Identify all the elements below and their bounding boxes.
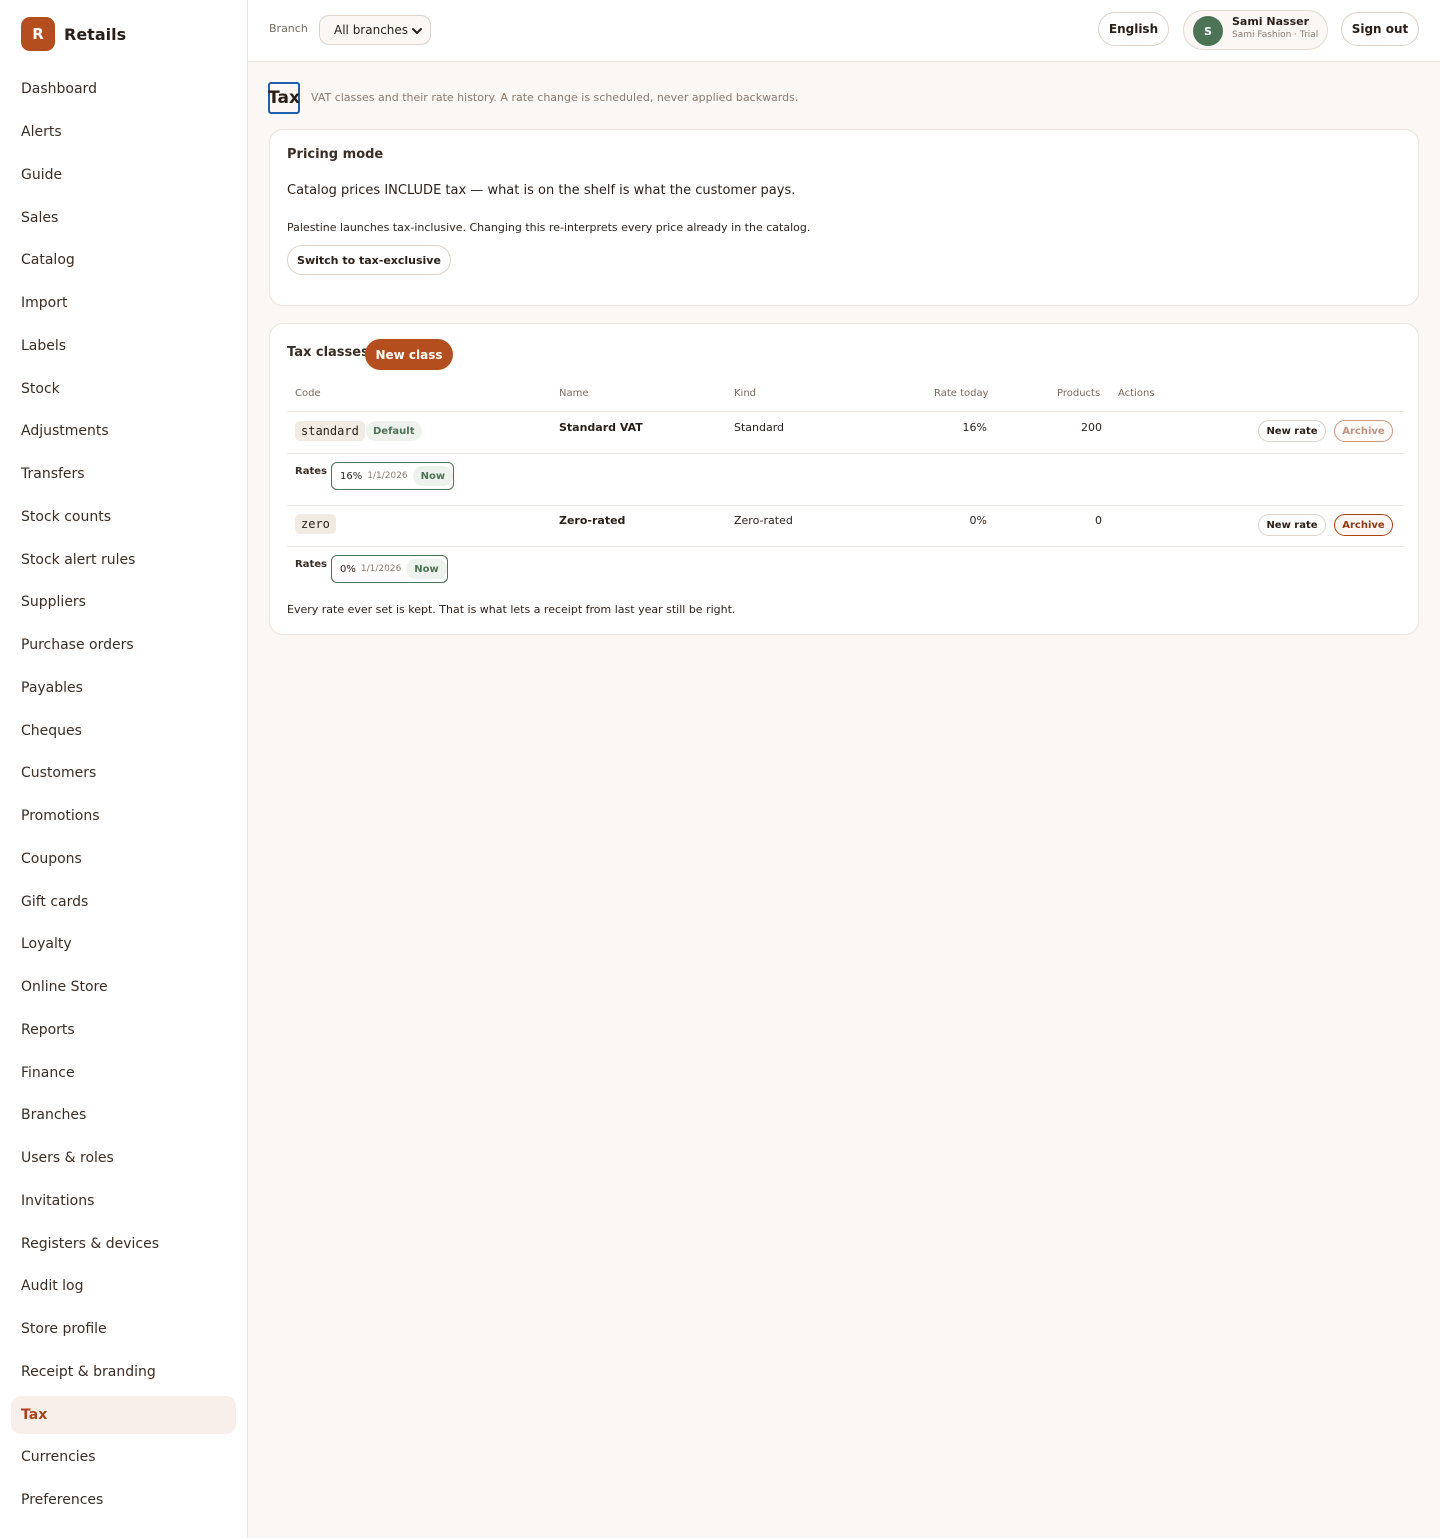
new-class-button[interactable]: New class	[365, 339, 453, 370]
sidebar-item-branches[interactable]: Branches	[11, 1096, 236, 1134]
tax-classes-title: Tax classes	[287, 345, 369, 360]
sign-out-button[interactable]: Sign out	[1341, 12, 1419, 46]
sidebar-item-promotions[interactable]: Promotions	[11, 797, 236, 835]
sidebar-item-catalog[interactable]: Catalog	[11, 241, 236, 279]
page-subtitle: VAT classes and their rate history. A ra…	[311, 91, 799, 104]
brand-logo-icon: R	[21, 17, 55, 51]
sidebar-item-registers-devices[interactable]: Registers & devices	[11, 1225, 236, 1263]
column-header-products: Products	[1057, 388, 1101, 399]
sidebar-item-currencies[interactable]: Currencies	[11, 1438, 236, 1476]
new-rate-button[interactable]: New rate	[1258, 420, 1326, 442]
tax-class-name: Standard VAT	[559, 421, 643, 434]
pricing-mode-card: Pricing mode Catalog prices INCLUDE tax …	[269, 129, 1419, 306]
tax-class-kind: Zero-rated	[734, 514, 793, 527]
sidebar-item-purchase-orders[interactable]: Purchase orders	[11, 626, 236, 664]
sidebar-item-users-roles[interactable]: Users & roles	[11, 1139, 236, 1177]
default-badge: Default	[366, 421, 422, 441]
pricing-mode-text: Catalog prices INCLUDE tax — what is on …	[287, 183, 796, 198]
rate-date: 1/1/2026	[367, 471, 408, 481]
sidebar-item-sales[interactable]: Sales	[11, 199, 236, 237]
sidebar-item-payables[interactable]: Payables	[11, 669, 236, 707]
sidebar-item-customers[interactable]: Customers	[11, 754, 236, 792]
sidebar-item-receipt-branding[interactable]: Receipt & branding	[11, 1353, 236, 1391]
column-header-code: Code	[295, 388, 321, 399]
sidebar-item-gift-cards[interactable]: Gift cards	[11, 883, 236, 921]
rate-history-chip: 0% 1/1/2026 Now	[331, 555, 448, 583]
row-divider	[287, 546, 1403, 547]
sidebar-item-audit-log[interactable]: Audit log	[11, 1267, 236, 1305]
rate-value: 16%	[340, 470, 363, 482]
rate-history-chip: 16% 1/1/2026 Now	[331, 462, 455, 490]
tax-class-kind: Standard	[734, 421, 785, 434]
row-divider	[287, 453, 1403, 454]
column-header-actions: Actions	[1118, 388, 1155, 399]
column-header-name: Name	[559, 388, 589, 399]
tax-classes-card: Tax classes New class Code Name Kind Rat…	[269, 323, 1419, 635]
rate-status-badge: Now	[412, 466, 454, 486]
row-divider	[287, 505, 1403, 506]
tax-class-code: standard	[295, 421, 365, 441]
tax-classes-footnote: Every rate ever set is kept. That is wha…	[287, 603, 736, 616]
sidebar-item-preferences[interactable]: Preferences	[11, 1481, 236, 1519]
sidebar-item-alerts[interactable]: Alerts	[11, 113, 236, 151]
tax-class-products: 0	[1095, 514, 1102, 527]
rate-date: 1/1/2026	[360, 564, 402, 574]
user-menu[interactable]: S Sami Nasser Sami Fashion · Trial	[1183, 10, 1328, 50]
switch-tax-exclusive-button[interactable]: Switch to tax-exclusive	[287, 245, 451, 275]
new-rate-button[interactable]: New rate	[1258, 514, 1326, 536]
column-header-kind: Kind	[734, 388, 757, 399]
sidebar-item-suppliers[interactable]: Suppliers	[11, 583, 236, 621]
sidebar-item-online-store[interactable]: Online Store	[11, 968, 236, 1006]
sidebar-item-dashboard[interactable]: Dashboard	[11, 70, 236, 108]
sidebar-item-labels[interactable]: Labels	[11, 327, 236, 365]
rate-status-badge: Now	[406, 559, 447, 579]
column-header-rate-today: Rate today	[934, 388, 989, 399]
rate-value: 0%	[340, 563, 356, 575]
chevron-down-icon	[412, 28, 422, 34]
user-name: Sami Nasser	[1232, 15, 1310, 28]
branch-label: Branch	[269, 22, 308, 35]
sidebar-item-finance[interactable]: Finance	[11, 1054, 236, 1092]
archive-button[interactable]: Archive	[1334, 514, 1393, 536]
user-subtitle: Sami Fashion · Trial	[1232, 30, 1319, 40]
branch-select[interactable]: All branches	[319, 15, 431, 45]
sidebar-item-guide[interactable]: Guide	[11, 156, 236, 194]
tax-class-products: 200	[1081, 421, 1102, 434]
sidebar: R Retails Dashboard Alerts Guide Sales C…	[0, 0, 248, 1538]
sidebar-item-tax[interactable]: Tax	[11, 1396, 236, 1434]
tax-class-rate-today: 0%	[969, 514, 987, 527]
sidebar-item-loyalty[interactable]: Loyalty	[11, 925, 236, 963]
sidebar-item-cheques[interactable]: Cheques	[11, 712, 236, 750]
sidebar-item-stock-counts[interactable]: Stock counts	[11, 498, 236, 536]
brand[interactable]: R Retails	[21, 17, 126, 51]
pricing-mode-note: Palestine launches tax-inclusive. Changi…	[287, 221, 811, 234]
page-title: Tax	[268, 82, 300, 114]
sidebar-item-stock-alert-rules[interactable]: Stock alert rules	[11, 541, 236, 579]
sidebar-item-invitations[interactable]: Invitations	[11, 1182, 236, 1220]
archive-button[interactable]: Archive	[1334, 420, 1393, 442]
sidebar-item-import[interactable]: Import	[11, 284, 236, 322]
pricing-mode-title: Pricing mode	[287, 147, 384, 162]
rates-label: Rates	[295, 466, 327, 477]
sidebar-item-transfers[interactable]: Transfers	[11, 455, 236, 493]
brand-name: Retails	[64, 24, 127, 44]
language-button[interactable]: English	[1098, 12, 1169, 46]
sidebar-item-reports[interactable]: Reports	[11, 1011, 236, 1049]
avatar: S	[1193, 16, 1223, 46]
sidebar-item-store-profile[interactable]: Store profile	[11, 1310, 236, 1348]
header-divider	[287, 411, 1403, 412]
branch-select-value: All branches	[334, 23, 409, 37]
tax-class-code: zero	[295, 514, 336, 534]
sidebar-item-coupons[interactable]: Coupons	[11, 840, 236, 878]
tax-class-rate-today: 16%	[962, 421, 987, 434]
rates-label: Rates	[295, 559, 327, 570]
sidebar-item-stock[interactable]: Stock	[11, 370, 236, 408]
sidebar-item-adjustments[interactable]: Adjustments	[11, 412, 236, 450]
tax-class-name: Zero-rated	[559, 514, 626, 527]
topbar: Branch All branches English S Sami Nasse…	[248, 0, 1440, 62]
